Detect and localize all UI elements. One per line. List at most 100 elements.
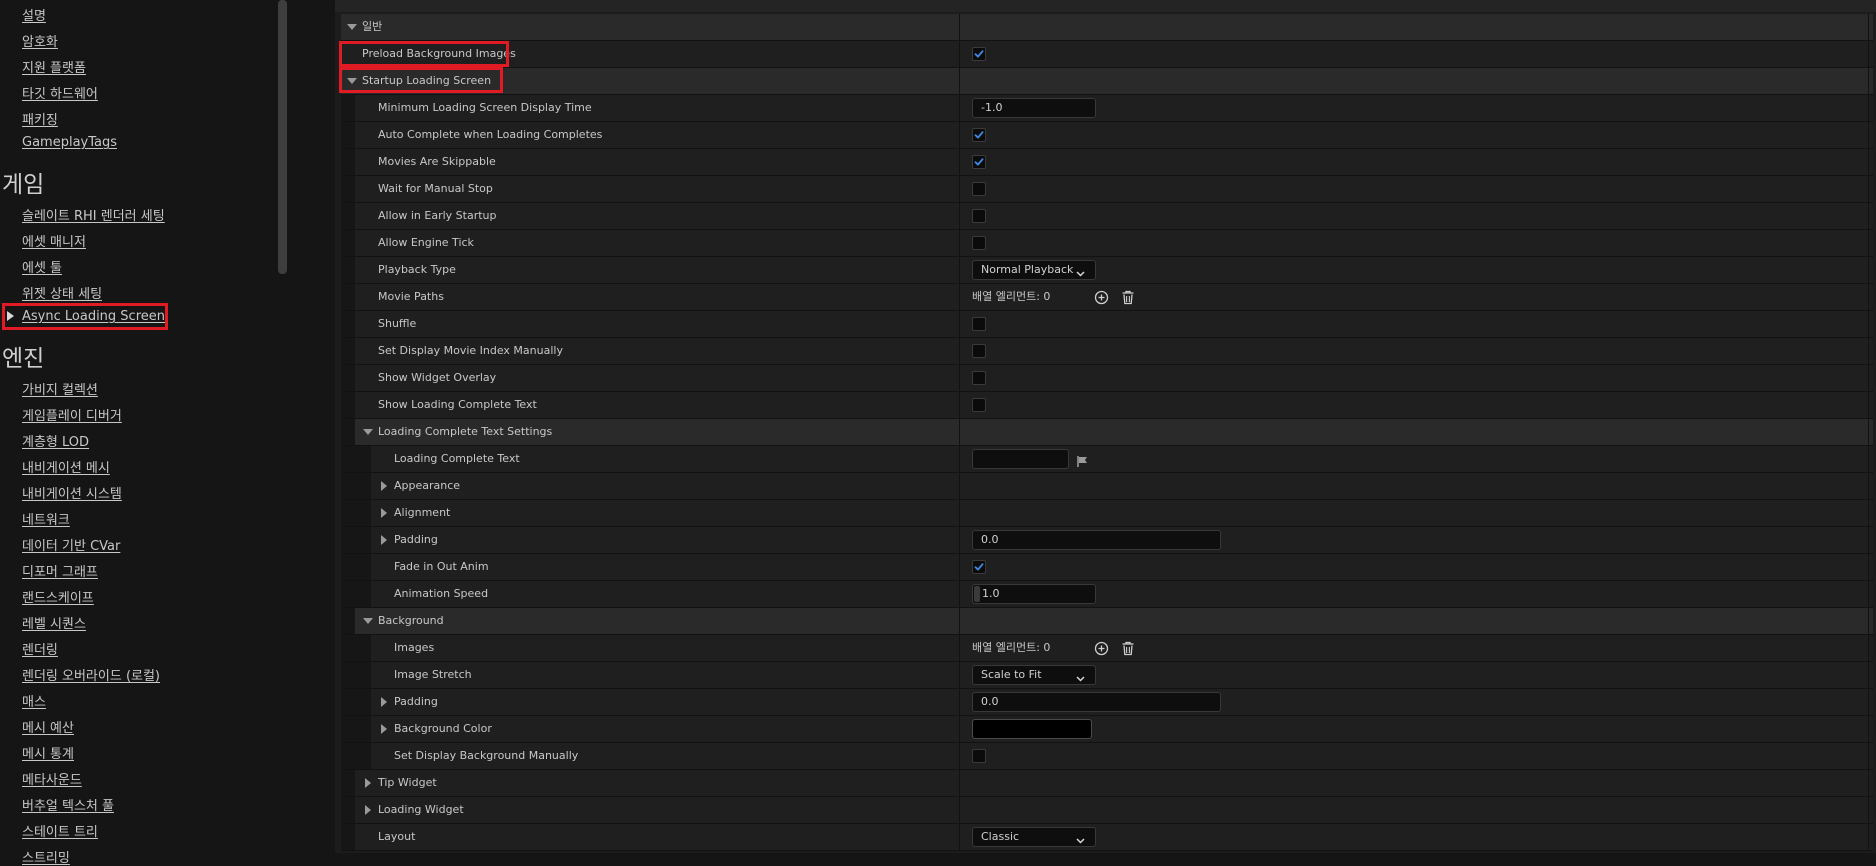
column-divider[interactable] [959, 284, 960, 310]
sidebar-link[interactable]: 게임플레이 디버거 [22, 405, 122, 424]
delete-trash-icon[interactable] [1121, 290, 1136, 305]
column-divider[interactable] [959, 689, 960, 715]
dropdown-select[interactable]: Scale to Fit [972, 665, 1096, 685]
column-divider[interactable] [959, 257, 960, 283]
column-edge [1868, 419, 1869, 445]
column-divider[interactable] [959, 662, 960, 688]
checkbox[interactable] [972, 182, 986, 196]
padding-input[interactable]: 0.0 [972, 530, 1221, 550]
column-divider[interactable] [959, 581, 960, 607]
sidebar-link[interactable]: 스트리밍 [22, 847, 70, 866]
add-element-icon[interactable] [1094, 641, 1109, 656]
sidebar-link[interactable]: 렌더링 [22, 639, 58, 658]
slider-handle[interactable] [974, 586, 980, 602]
column-divider[interactable] [959, 365, 960, 391]
sidebar-link[interactable]: 네트워크 [22, 509, 70, 528]
expand-triangle-icon[interactable] [365, 778, 371, 788]
property-row: Padding 0.0 [341, 527, 1873, 554]
number-input[interactable]: 1.0 [972, 584, 1096, 604]
column-divider[interactable] [959, 149, 960, 175]
expand-triangle-icon[interactable] [381, 481, 387, 491]
sidebar-link[interactable]: 설명 [22, 5, 46, 24]
expand-triangle-icon[interactable] [365, 805, 371, 815]
checkbox-checked[interactable] [972, 47, 986, 61]
column-divider[interactable] [959, 230, 960, 256]
column-divider[interactable] [959, 95, 960, 121]
sidebar-link[interactable]: 데이터 기반 CVar [22, 535, 120, 554]
column-divider[interactable] [959, 716, 960, 742]
collapse-triangle-icon[interactable] [347, 24, 357, 30]
expand-triangle-icon[interactable] [381, 508, 387, 518]
sidebar-link[interactable]: 슬레이트 RHI 렌더러 세팅 [22, 205, 165, 224]
checkbox[interactable] [972, 398, 986, 412]
checkbox[interactable] [972, 236, 986, 250]
sidebar-link[interactable]: 레벨 시퀀스 [22, 613, 86, 632]
sidebar-scrollbar[interactable] [278, 0, 287, 274]
sidebar-link[interactable]: 내비게이션 메시 [22, 457, 110, 476]
checkbox[interactable] [972, 749, 986, 763]
column-divider[interactable] [959, 635, 960, 661]
column-divider[interactable] [959, 392, 960, 418]
sidebar-link[interactable]: 타깃 하드웨어 [22, 83, 98, 102]
column-divider[interactable] [959, 338, 960, 364]
flag-icon[interactable] [1076, 453, 1089, 472]
sidebar-link[interactable]: 디포머 그래프 [22, 561, 98, 580]
column-divider[interactable] [959, 419, 960, 445]
dropdown-select[interactable]: Classic [972, 827, 1096, 847]
sidebar-link[interactable]: 암호화 [22, 31, 58, 50]
checkbox-checked[interactable] [972, 128, 986, 142]
sidebar-link[interactable]: 위젯 상태 세팅 [22, 283, 102, 302]
dropdown-select[interactable]: Normal Playback [972, 260, 1096, 280]
column-divider[interactable] [959, 203, 960, 229]
sidebar-link[interactable]: 렌더링 오버라이드 (로컬) [22, 665, 160, 684]
number-input[interactable]: -1.0 [972, 98, 1096, 118]
padding-input[interactable]: 0.0 [972, 692, 1221, 712]
column-divider[interactable] [959, 446, 960, 472]
column-divider[interactable] [959, 41, 960, 67]
checkbox-checked[interactable] [972, 155, 986, 169]
collapse-triangle-icon[interactable] [363, 618, 373, 624]
sidebar-link[interactable]: 패키징 [22, 109, 58, 128]
checkbox[interactable] [972, 344, 986, 358]
color-swatch[interactable] [972, 719, 1092, 739]
column-divider[interactable] [959, 14, 960, 40]
sidebar-link[interactable]: 스테이트 트리 [22, 821, 98, 840]
sidebar-link[interactable]: GameplayTags [22, 135, 117, 150]
sidebar-link[interactable]: 버추얼 텍스처 풀 [22, 795, 114, 814]
column-divider[interactable] [959, 608, 960, 634]
sidebar-link[interactable]: 내비게이션 시스템 [22, 483, 122, 502]
sidebar-link[interactable]: 에셋 툴 [22, 257, 62, 276]
sidebar-link[interactable]: 랜드스케이프 [22, 587, 94, 606]
checkbox[interactable] [972, 371, 986, 385]
column-divider[interactable] [959, 68, 960, 94]
add-element-icon[interactable] [1094, 290, 1109, 305]
column-divider[interactable] [959, 824, 960, 850]
sidebar-link[interactable]: 매스 [22, 691, 46, 710]
column-divider[interactable] [959, 122, 960, 148]
collapse-triangle-icon[interactable] [363, 429, 373, 435]
sidebar-link[interactable]: 계층형 LOD [22, 431, 89, 450]
sidebar-link[interactable]: 메시 통계 [22, 743, 74, 762]
column-divider[interactable] [959, 554, 960, 580]
column-divider[interactable] [959, 743, 960, 769]
column-divider[interactable] [959, 527, 960, 553]
column-divider[interactable] [959, 176, 960, 202]
sidebar-link[interactable]: 가비지 컬렉션 [22, 379, 98, 398]
sidebar-link[interactable]: 메시 예산 [22, 717, 74, 736]
column-divider[interactable] [959, 500, 960, 526]
expand-triangle-icon[interactable] [381, 724, 387, 734]
text-input[interactable] [972, 449, 1069, 469]
delete-trash-icon[interactable] [1121, 641, 1136, 656]
column-divider[interactable] [959, 770, 960, 796]
expand-triangle-icon[interactable] [381, 697, 387, 707]
expand-triangle-icon[interactable] [381, 535, 387, 545]
column-divider[interactable] [959, 473, 960, 499]
column-divider[interactable] [959, 311, 960, 337]
checkbox[interactable] [972, 317, 986, 331]
sidebar-link[interactable]: 지원 플랫폼 [22, 57, 86, 76]
sidebar-link[interactable]: 메타사운드 [22, 769, 82, 788]
checkbox-checked[interactable] [972, 560, 986, 574]
sidebar-link[interactable]: 에셋 매니저 [22, 231, 86, 250]
column-divider[interactable] [959, 797, 960, 823]
checkbox[interactable] [972, 209, 986, 223]
